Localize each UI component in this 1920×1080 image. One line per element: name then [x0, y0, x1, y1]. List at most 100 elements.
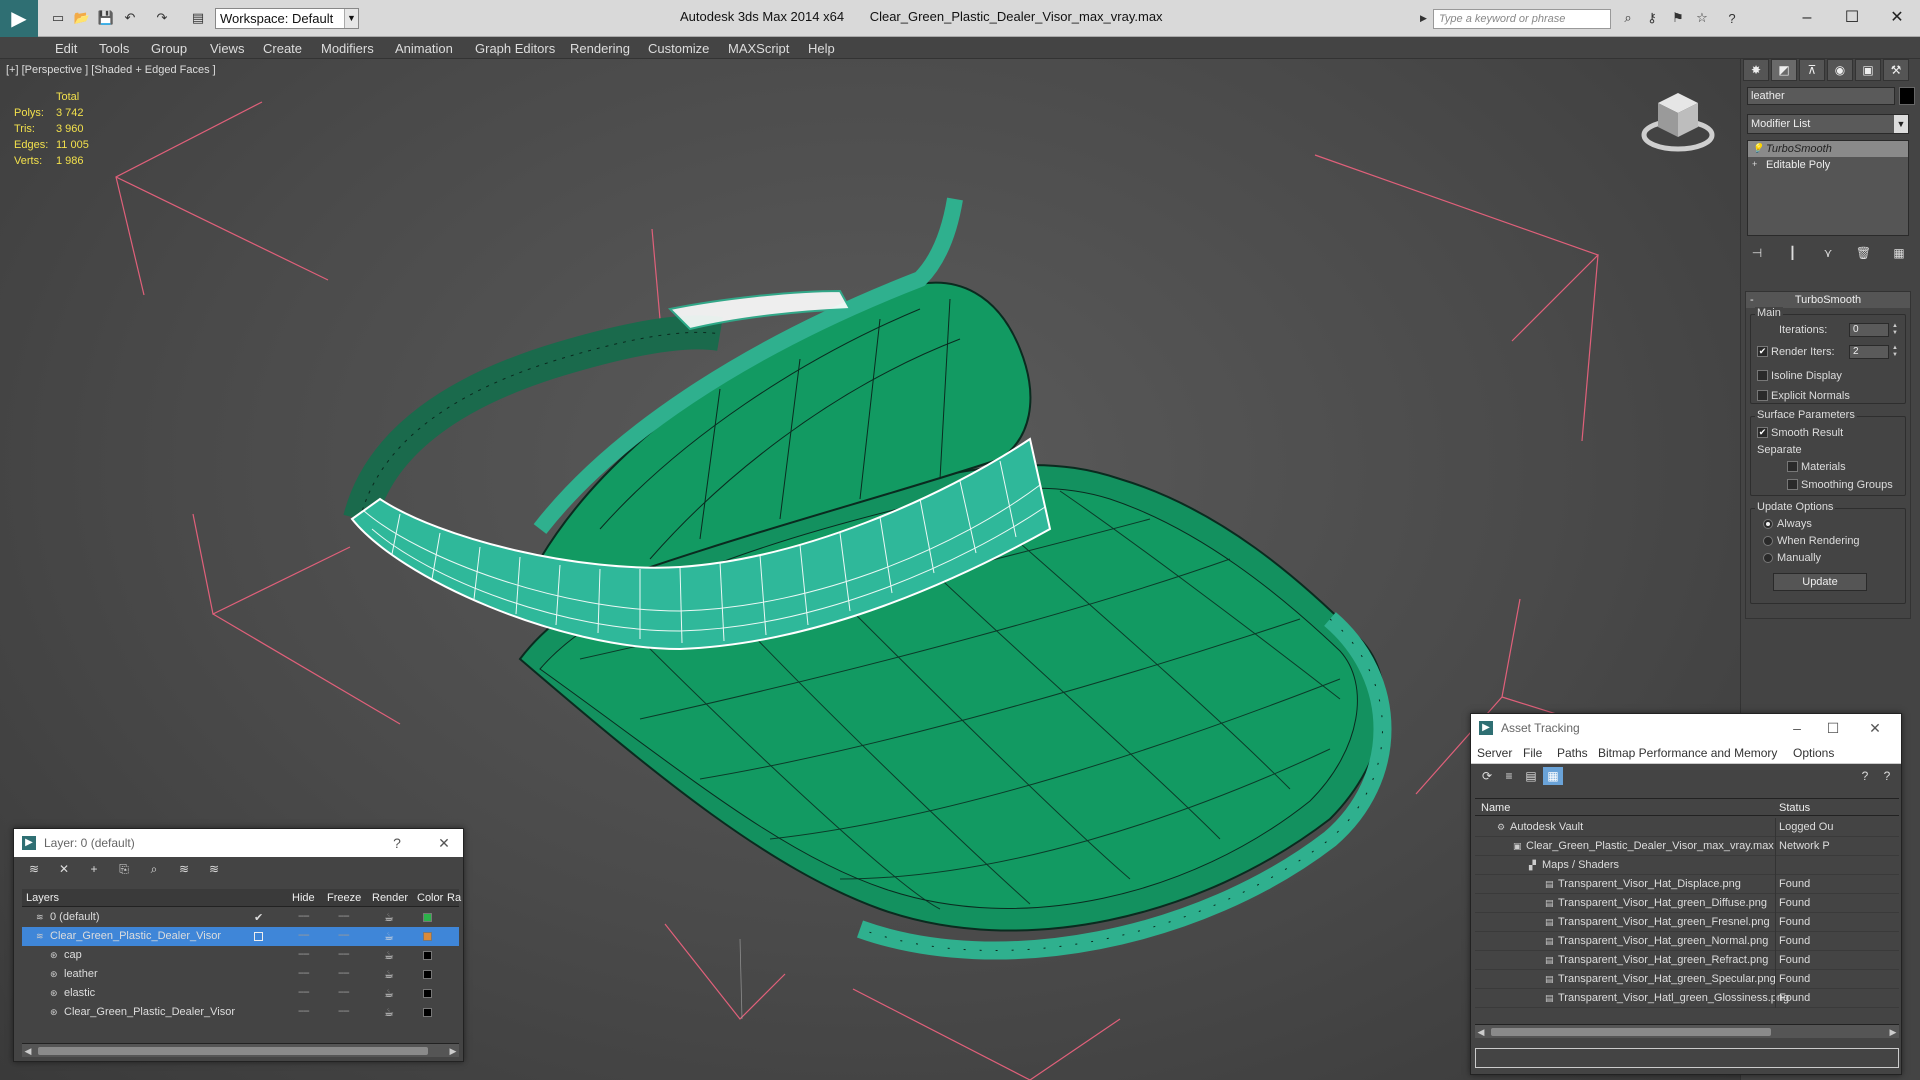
layer-row[interactable]: ≋ Clear_Green_Plastic_Dealer_Visor ---- ---… — [22, 927, 459, 946]
update-button[interactable]: Update — [1773, 573, 1867, 591]
table-view-icon[interactable]: ▦ — [1543, 767, 1563, 785]
expand-plus-icon[interactable]: + — [1752, 160, 1761, 169]
asset-row[interactable]: ⚙ Autodesk Vault Logged Ou — [1475, 818, 1899, 837]
scroll-right-icon[interactable]: ▶ — [447, 1044, 459, 1058]
manually-radio[interactable] — [1763, 553, 1773, 563]
isoline-display-checkbox[interactable] — [1757, 370, 1768, 381]
stack-item-turbosmooth[interactable]: 💡 TurboSmooth — [1748, 141, 1908, 157]
iterations-spinner[interactable]: 0 — [1849, 323, 1889, 337]
pin-stack-icon[interactable]: ⊣ — [1747, 243, 1767, 263]
menu-rendering[interactable]: Rendering — [570, 41, 630, 56]
asset-row[interactable]: ▤ Transparent_Visor_Hat_green_Diffuse.png… — [1475, 894, 1899, 913]
hide-toggle[interactable]: ---- — [298, 1005, 310, 1017]
layer-row[interactable]: ⊛ Clear_Green_Plastic_Dealer_Visor ---- ---… — [22, 1003, 459, 1022]
asset-row[interactable]: ▤ Transparent_Visor_Hat_green_Normal.png F… — [1475, 932, 1899, 951]
menu-maxscript[interactable]: MAXScript — [728, 41, 789, 56]
asset-horizontal-scrollbar[interactable]: ◀ ▶ — [1475, 1024, 1899, 1038]
layer-color-swatch[interactable] — [423, 970, 432, 979]
menu-graph-editors[interactable]: Graph Editors — [475, 41, 555, 56]
render-iters-spinner[interactable]: 2 — [1849, 345, 1889, 359]
scroll-left-icon[interactable]: ◀ — [1475, 1025, 1487, 1039]
hide-toggle[interactable]: ---- — [298, 929, 310, 941]
configure-modifier-sets-icon[interactable]: ▦ — [1889, 243, 1909, 263]
help-button[interactable]: ? — [387, 833, 407, 853]
undo-icon[interactable]: ↶ — [120, 8, 140, 28]
menu-modifiers[interactable]: Modifiers — [321, 41, 374, 56]
freeze-toggle[interactable]: ---- — [338, 948, 350, 960]
key-icon[interactable]: ⚷ — [1642, 8, 1662, 28]
hide-toggle[interactable]: ---- — [298, 910, 310, 922]
remove-modifier-icon[interactable]: 🗑 — [1854, 243, 1874, 263]
set-current-layer-icon[interactable]: ≋ — [174, 860, 194, 878]
show-end-result-icon[interactable]: ┃ — [1783, 243, 1803, 263]
maximize-button[interactable]: ☐ — [1832, 4, 1872, 32]
layer-row[interactable]: ⊛ leather ---- ---- ☕ — [22, 965, 459, 984]
freeze-toggle[interactable]: ---- — [338, 910, 350, 922]
menu-animation[interactable]: Animation — [395, 41, 453, 56]
new-file-icon[interactable]: ▭ — [48, 8, 68, 28]
display-tab-icon[interactable]: ▣ — [1855, 59, 1881, 81]
menu-edit[interactable]: Edit — [55, 41, 77, 56]
col-ra[interactable]: Ra — [447, 892, 461, 904]
asset-row[interactable]: ▤ Transparent_Visor_Hat_green_Specular.pn… — [1475, 970, 1899, 989]
close-button[interactable]: ✕ — [1865, 718, 1885, 738]
refresh-icon[interactable]: ⟳ — [1477, 767, 1497, 785]
viewport-label[interactable]: [+] [Perspective ] [Shaded + Edged Faces… — [6, 64, 216, 76]
col-hide[interactable]: Hide — [292, 892, 315, 904]
highlight-editor-icon[interactable]: ? — [1877, 767, 1897, 785]
make-unique-icon[interactable]: ⋎ — [1818, 243, 1838, 263]
layer-color-swatch[interactable] — [423, 951, 432, 960]
menu-paths[interactable]: Paths — [1557, 746, 1588, 760]
modify-tab-icon[interactable]: ◩ — [1771, 59, 1797, 81]
layer-manager-icon[interactable]: ≋ — [24, 860, 44, 878]
help-icon[interactable]: ? — [1855, 767, 1875, 785]
hide-toggle[interactable]: ---- — [298, 986, 310, 998]
menu-bitmap-performance[interactable]: Bitmap Performance and Memory — [1598, 746, 1777, 760]
current-layer-checkmark[interactable]: ✔ — [254, 911, 263, 924]
object-name-input[interactable]: leather — [1747, 87, 1895, 105]
render-teapot-icon[interactable]: ☕ — [384, 968, 394, 981]
layer-color-swatch[interactable] — [423, 1008, 432, 1017]
col-freeze[interactable]: Freeze — [327, 892, 361, 904]
new-layer-icon[interactable]: + — [84, 860, 104, 878]
freeze-toggle[interactable]: ---- — [338, 929, 350, 941]
render-teapot-icon[interactable]: ☕ — [384, 987, 394, 1000]
render-teapot-icon[interactable]: ☕ — [384, 949, 394, 962]
thumbnail-view-icon[interactable]: ▤ — [1521, 767, 1541, 785]
menu-help[interactable]: Help — [808, 41, 835, 56]
hierarchy-tab-icon[interactable]: ⊼ — [1799, 59, 1825, 81]
freeze-toggle[interactable]: ---- — [338, 967, 350, 979]
asset-tracking-titlebar[interactable]: ▶ Asset Tracking – ☐ ✕ — [1471, 714, 1901, 742]
col-render[interactable]: Render — [372, 892, 408, 904]
subscription-icon[interactable]: ⚑ — [1668, 8, 1688, 28]
render-teapot-icon[interactable]: ☕ — [384, 930, 394, 943]
explicit-normals-checkbox[interactable] — [1757, 390, 1768, 401]
asset-row[interactable]: ▣ Clear_Green_Plastic_Dealer_Visor_max_vr… — [1475, 837, 1899, 856]
scroll-left-icon[interactable]: ◀ — [22, 1044, 34, 1058]
maximize-button[interactable]: ☐ — [1823, 718, 1843, 738]
menu-options[interactable]: Options — [1793, 746, 1834, 760]
menu-file[interactable]: File — [1523, 746, 1542, 760]
workspace-dropdown[interactable]: Workspace: Default ▼ — [215, 8, 359, 29]
freeze-toggle[interactable]: ---- — [338, 986, 350, 998]
scroll-thumb[interactable] — [1491, 1028, 1771, 1036]
asset-row[interactable]: ▤ Transparent_Visor_Hat_green_Fresnel.png… — [1475, 913, 1899, 932]
utilities-tab-icon[interactable]: ⚒ — [1883, 59, 1909, 81]
menu-tools[interactable]: Tools — [99, 41, 129, 56]
asset-row[interactable]: ▞ Maps / Shaders — [1475, 856, 1899, 875]
when-rendering-radio[interactable] — [1763, 536, 1773, 546]
hide-toggle[interactable]: ---- — [298, 967, 310, 979]
binoculars-icon[interactable]: ⌕ — [1618, 8, 1638, 28]
delete-layer-icon[interactable]: ✕ — [54, 860, 74, 878]
select-objects-icon[interactable]: ⎘ — [114, 860, 134, 878]
layer-color-swatch[interactable] — [423, 913, 432, 922]
minimize-button[interactable]: – — [1787, 718, 1807, 738]
current-layer-box[interactable] — [254, 932, 263, 941]
chevron-right-icon[interactable]: ▶ — [1420, 13, 1427, 24]
close-button[interactable]: ✕ — [434, 833, 454, 853]
smooth-result-checkbox[interactable]: ✔ — [1757, 427, 1768, 438]
layer-horizontal-scrollbar[interactable]: ◀ ▶ — [22, 1043, 459, 1057]
object-color-swatch[interactable] — [1899, 87, 1915, 105]
search-input[interactable]: Type a keyword or phrase — [1433, 9, 1611, 29]
asset-path-bar[interactable] — [1475, 1048, 1899, 1068]
